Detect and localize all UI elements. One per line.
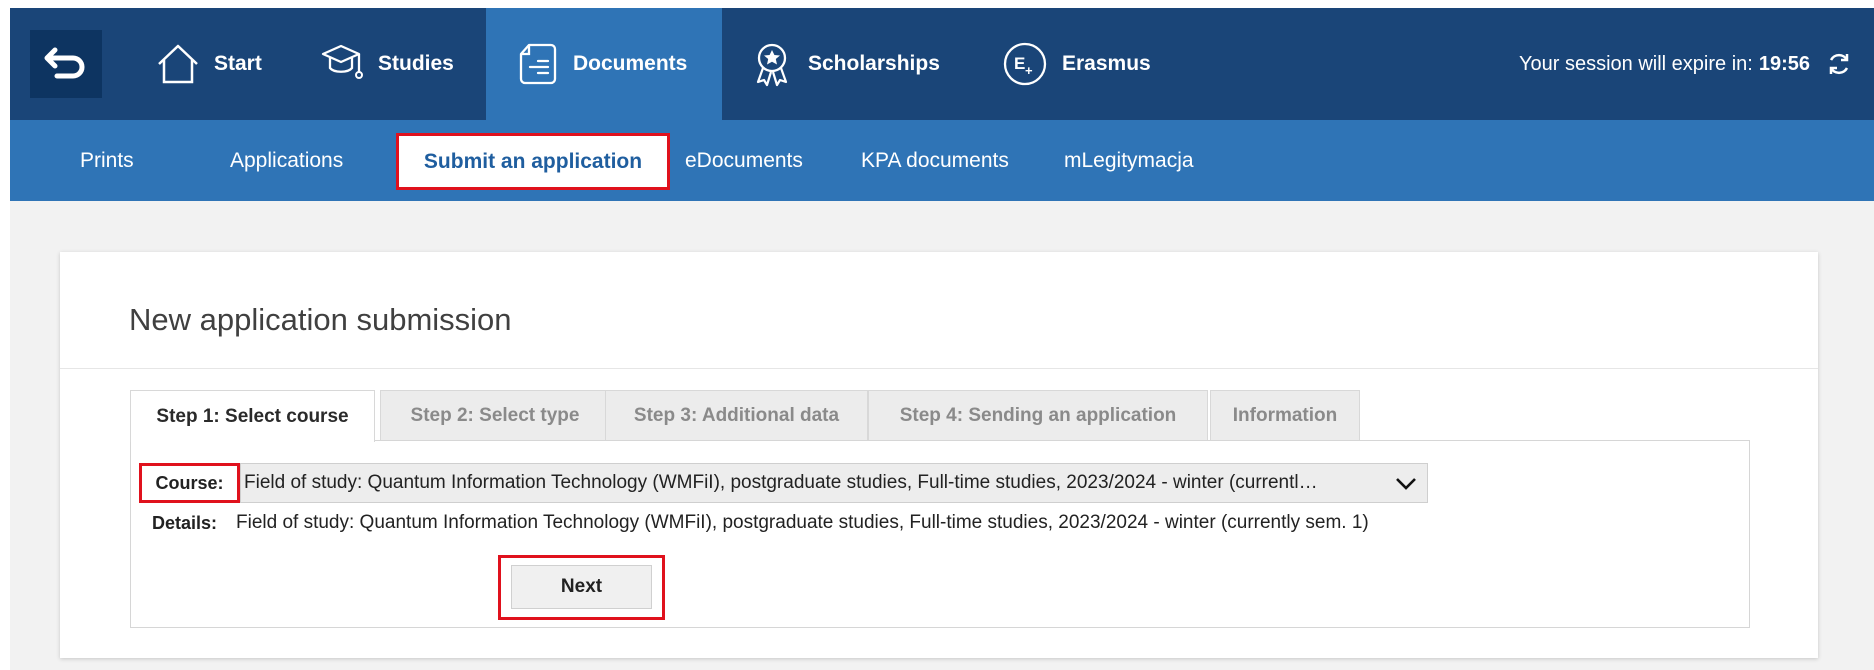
course-label: Course: [139, 463, 240, 503]
graduation-cap-icon [320, 42, 364, 86]
chevron-down-icon [1395, 473, 1417, 493]
home-icon [156, 43, 200, 85]
subnav-prints[interactable]: Prints [80, 120, 134, 201]
nav-documents[interactable]: Documents [486, 8, 722, 120]
nav-studies-label: Studies [378, 52, 454, 75]
course-select[interactable]: Field of study: Quantum Information Tech… [240, 463, 1428, 503]
nav-documents-label: Documents [573, 52, 688, 75]
subnav-mlegitymacja[interactable]: mLegitymacja [1064, 120, 1194, 201]
nav-start[interactable]: Start [156, 8, 262, 120]
tab-step-2[interactable]: Step 2: Select type [380, 390, 610, 441]
next-button[interactable]: Next [511, 565, 652, 609]
sub-navigation-bar: Prints Applications Submit an applicatio… [10, 120, 1874, 201]
details-value: Field of study: Quantum Information Tech… [236, 512, 1369, 533]
subnav-kpa-documents[interactable]: KPA documents [861, 120, 1009, 201]
tab-step-3[interactable]: Step 3: Additional data [605, 390, 868, 441]
nav-erasmus[interactable]: E + Erasmus [1002, 8, 1151, 120]
subnav-submit-application[interactable]: Submit an application [396, 133, 670, 190]
details-label: Details: [152, 513, 218, 533]
svg-text:+: + [1025, 63, 1033, 78]
subnav-applications[interactable]: Applications [230, 120, 343, 201]
page-title: New application submission [129, 302, 512, 337]
next-button-highlight: Next [498, 555, 665, 620]
award-icon [750, 41, 794, 87]
document-icon [517, 42, 559, 86]
nav-start-label: Start [214, 52, 262, 75]
nav-studies[interactable]: Studies [320, 8, 454, 120]
top-navigation-bar: Start Studies Documents Scholarships E + … [10, 8, 1874, 120]
svg-text:E: E [1014, 54, 1025, 73]
refresh-icon[interactable] [1826, 51, 1852, 77]
back-button[interactable] [30, 30, 102, 98]
session-time: 19:56 [1758, 52, 1810, 75]
subnav-edocuments[interactable]: eDocuments [685, 120, 803, 201]
step-panel: Course: Field of study: Quantum Informat… [130, 440, 1750, 628]
erasmus-icon: E + [1002, 41, 1048, 87]
course-select-value: Field of study: Quantum Information Tech… [244, 472, 1318, 493]
title-divider [60, 368, 1818, 369]
nav-scholarships[interactable]: Scholarships [750, 8, 940, 120]
tab-information[interactable]: Information [1210, 390, 1360, 441]
session-timer: Your session will expire in: 19:56 [1519, 8, 1852, 120]
back-arrow-icon [44, 47, 85, 79]
tab-step-1[interactable]: Step 1: Select course [130, 390, 375, 442]
application-card: New application submission Step 1: Selec… [60, 252, 1818, 658]
nav-scholarships-label: Scholarships [808, 52, 940, 75]
session-label: Your session will expire in: [1519, 52, 1753, 75]
tab-step-4[interactable]: Step 4: Sending an application [868, 390, 1208, 441]
nav-erasmus-label: Erasmus [1062, 52, 1151, 75]
